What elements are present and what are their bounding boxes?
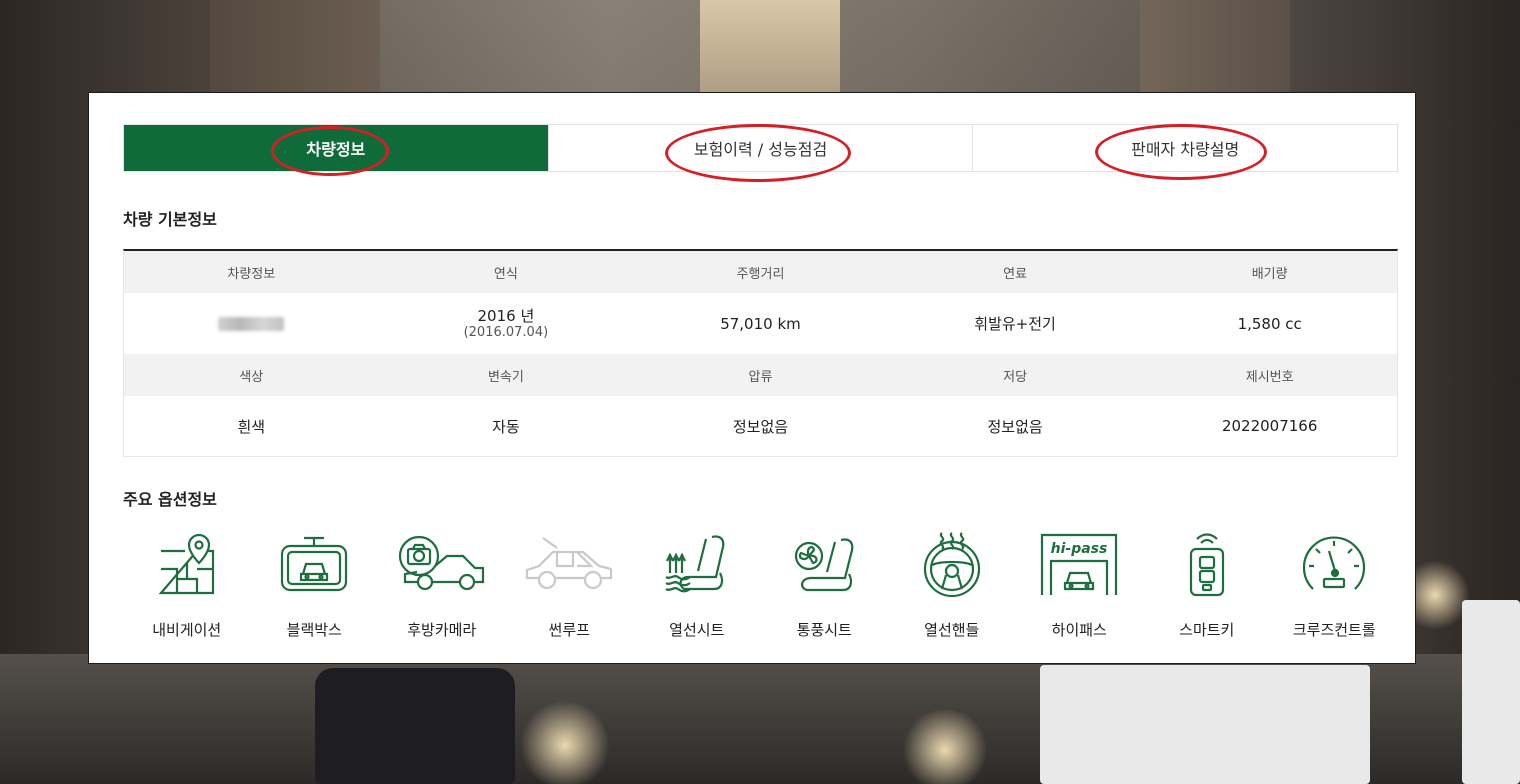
- option-label: 열선핸들: [924, 621, 980, 639]
- option-label: 썬루프: [548, 621, 590, 639]
- option-item: hi-pass 하이패스: [1016, 531, 1144, 641]
- detail-tabs: 차량정보 보험이력 / 성능점검 판매자 차량설명: [123, 124, 1398, 172]
- option-item: 블랙박스: [251, 531, 379, 641]
- header-cell: 압류: [748, 369, 773, 385]
- option-label: 통풍시트: [796, 621, 852, 639]
- blackbox-icon: [264, 531, 364, 597]
- sunroof-icon: [519, 531, 619, 597]
- displacement-value: 1,580 cc: [1237, 314, 1302, 333]
- option-item: 내비게이션: [123, 531, 251, 641]
- vehicle-detail-panel: 차량정보 보험이력 / 성능점검 판매자 차량설명 차량 기본정보 차량정보 연…: [88, 92, 1416, 664]
- options-title: 주요 옵션정보: [123, 490, 217, 509]
- option-label: 후방카메라: [407, 621, 477, 639]
- tab-seller-description[interactable]: 판매자 차량설명: [972, 125, 1397, 171]
- cruise-control-icon: [1284, 531, 1384, 597]
- navigation-icon: [137, 531, 237, 597]
- option-label: 열선시트: [669, 621, 725, 639]
- option-item: 스마트키: [1143, 531, 1271, 641]
- tab-vehicle-info[interactable]: 차량정보: [124, 125, 548, 171]
- option-item: 크루즈컨트롤: [1271, 531, 1399, 641]
- mileage-value: 57,010 km: [720, 314, 801, 333]
- smart-key-icon: [1157, 531, 1257, 597]
- hipass-logo-text: hi-pass: [1051, 541, 1108, 557]
- option-label: 스마트키: [1179, 621, 1235, 639]
- year-main: 2016 년: [477, 307, 535, 325]
- hipass-icon: hi-pass: [1029, 531, 1129, 597]
- options-list: 내비게이션 블랙박스 후방카메라 썬루프 열선시트 통풍시트 열선핸들 hi-p…: [123, 531, 1398, 641]
- option-item: 후방카메라: [378, 531, 506, 641]
- option-label: 하이패스: [1051, 621, 1107, 639]
- year-registration-date: (2016.07.04): [463, 325, 549, 340]
- option-label: 크루즈컨트롤: [1292, 621, 1376, 639]
- header-cell: 연료: [1003, 266, 1028, 282]
- header-cell: 색상: [239, 369, 264, 385]
- ventilated-seat-icon: [774, 531, 874, 597]
- basic-info-table: 차량정보 연식 주행거리 연료 배기량 2016 년 (2016.07.04) …: [123, 249, 1398, 457]
- table-row: 흰색 자동 정보없음 정보없음 2022007166: [124, 396, 1397, 456]
- listing-number-value: 2022007166: [1221, 417, 1318, 435]
- seizure-value: 정보없음: [732, 417, 789, 436]
- option-item: 통풍시트: [761, 531, 889, 641]
- basic-info-title: 차량 기본정보: [123, 210, 217, 229]
- option-item: 열선시트: [633, 531, 761, 641]
- heated-steering-icon: [902, 531, 1002, 597]
- header-cell: 차량정보: [227, 266, 276, 282]
- header-cell: 배기량: [1251, 266, 1288, 282]
- option-item: 열선핸들: [888, 531, 1016, 641]
- table-header-row: 차량정보 연식 주행거리 연료 배기량: [124, 251, 1397, 293]
- fuel-value: 휘발유+전기: [974, 315, 1056, 333]
- color-value: 흰색: [237, 417, 266, 436]
- rear-camera-icon: [392, 531, 492, 597]
- heated-seat-icon: [647, 531, 747, 597]
- table-row: 2016 년 (2016.07.04) 57,010 km 휘발유+전기 1,5…: [124, 293, 1397, 354]
- header-cell: 변속기: [487, 369, 524, 385]
- option-label: 블랙박스: [286, 621, 342, 639]
- option-label: 내비게이션: [152, 621, 222, 639]
- mortgage-value: 정보없음: [987, 417, 1043, 436]
- header-cell: 저당: [1003, 369, 1028, 385]
- vehicle-info-value: [124, 293, 379, 354]
- tab-insurance-inspection[interactable]: 보험이력 / 성능점검: [547, 125, 973, 171]
- year-value: 2016 년 (2016.07.04): [379, 293, 634, 354]
- tab-label: 보험이력 / 성능점검: [693, 140, 828, 159]
- header-cell: 제시번호: [1245, 369, 1294, 385]
- tab-label: 판매자 차량설명: [1131, 140, 1240, 159]
- option-item: 썬루프: [506, 531, 634, 641]
- header-cell: 연식: [493, 266, 518, 282]
- tab-label: 차량정보: [306, 140, 366, 159]
- header-cell: 주행거리: [736, 266, 785, 282]
- blurred-plate-number: [218, 316, 285, 331]
- table-header-row: 색상 변속기 압류 저당 제시번호: [124, 354, 1397, 396]
- transmission-value: 자동: [492, 417, 520, 436]
